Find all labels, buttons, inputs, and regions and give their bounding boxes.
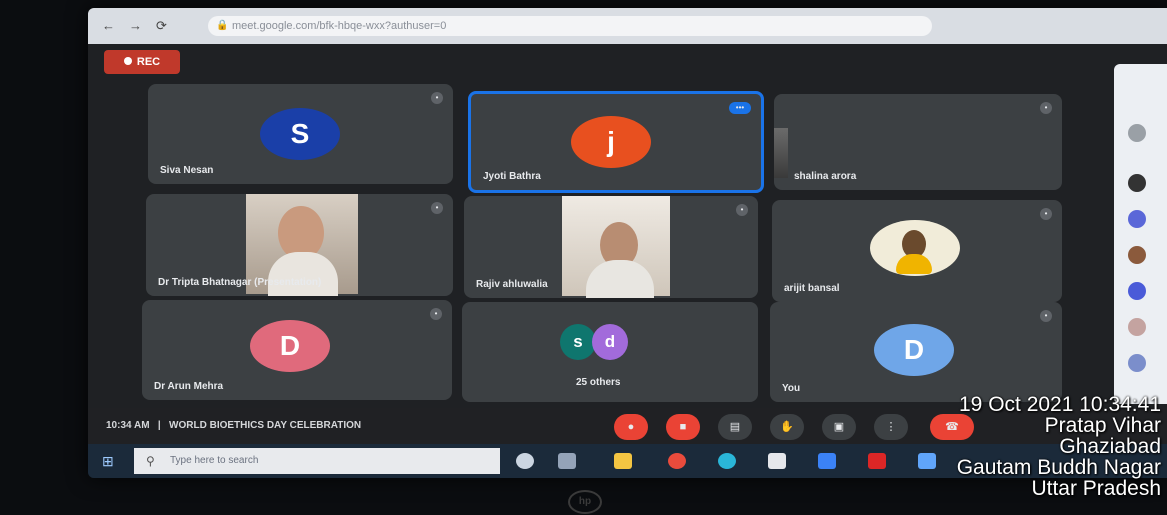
task-view-icon[interactable] <box>558 453 576 469</box>
cortana-icon[interactable] <box>516 453 534 469</box>
lock-icon: 🔒 <box>216 20 229 31</box>
video-feed <box>774 128 788 178</box>
participant-tile-shalina[interactable]: • shalina arora <box>774 94 1062 190</box>
mic-toggle-button[interactable]: ● <box>614 414 648 440</box>
edge-icon[interactable] <box>718 453 736 469</box>
search-icon: ⚲ <box>146 454 155 468</box>
participant-tile-tripta[interactable]: • Dr Tripta Bhatnagar (Presentation) <box>146 194 453 296</box>
store-icon[interactable] <box>768 453 786 469</box>
mail-icon[interactable] <box>818 453 836 469</box>
participant-name: Siva Nesan <box>160 165 214 176</box>
stamp-district: Gautam Buddh Nagar <box>956 456 1161 479</box>
mic-off-icon: • <box>431 202 443 214</box>
present-button[interactable]: ▣ <box>822 414 856 440</box>
clothing <box>896 254 932 274</box>
participant-name: Dr Tripta Bhatnagar (Presentation) <box>158 277 322 288</box>
windows-start-icon[interactable]: ⊞ <box>102 453 114 470</box>
participant-tile-arijit[interactable]: • arijit bansal <box>772 200 1062 302</box>
mic-off-icon: • <box>430 308 442 320</box>
mic-off-icon: • <box>1040 208 1052 220</box>
participant-tile-jyoti[interactable]: ••• j Jyoti Bathra <box>468 91 764 193</box>
meeting-time: 10:34 AM <box>106 420 150 431</box>
hp-logo: hp <box>568 490 602 514</box>
app-icon[interactable] <box>918 453 936 469</box>
photo-location-stamp: 19 Oct 2021 10:34:41 Pratap Vihar Ghazia… <box>957 394 1161 499</box>
mic-off-icon: • <box>1040 102 1052 114</box>
profile-photo <box>870 220 960 276</box>
participant-tile-siva[interactable]: • S Siva Nesan <box>148 84 453 184</box>
clothing <box>586 260 654 298</box>
participant-name: You <box>782 383 801 394</box>
mic-off-icon: • <box>736 204 748 216</box>
participant-dot <box>1128 210 1146 228</box>
recording-badge: REC <box>104 50 180 74</box>
avatar: j <box>571 116 651 168</box>
participant-name: Jyoti Bathra <box>483 171 541 182</box>
avatar: d <box>592 324 628 360</box>
stamp-datetime: 19 Oct 2021 10:34:41 <box>959 393 1161 416</box>
stamp-state: Uttar Pradesh <box>1031 477 1161 500</box>
participant-dot <box>1128 174 1146 192</box>
search-placeholder: Type here to search <box>170 455 259 466</box>
camera-toggle-button[interactable]: ■ <box>666 414 700 440</box>
mic-off-icon: • <box>431 92 443 104</box>
participant-tile-self[interactable]: • D You <box>770 302 1062 402</box>
avatar: D <box>250 320 330 372</box>
meeting-title: WORLD BIOETHICS DAY CELEBRATION <box>169 420 362 431</box>
participant-name: Dr Arun Mehra <box>154 381 224 392</box>
participant-dot <box>1128 246 1146 264</box>
video-feed <box>562 196 670 298</box>
speaking-icon: ••• <box>729 102 751 114</box>
participant-name: shalina arora <box>794 171 857 182</box>
raise-hand-button[interactable]: ✋ <box>770 414 804 440</box>
recording-label: REC <box>136 56 161 68</box>
clothing <box>268 252 338 296</box>
participant-tile-rajiv[interactable]: • Rajiv ahluwalia <box>464 196 758 298</box>
chrome-icon[interactable] <box>668 453 686 469</box>
captions-button[interactable]: ▤ <box>718 414 752 440</box>
stamp-city: Ghaziabad <box>1059 435 1161 458</box>
url-text: meet.google.com/bfk-hbqe-wxx?authuser=0 <box>232 20 447 32</box>
browser-toolbar: ←→⟳ 🔒 meet.google.com/bfk-hbqe-wxx?authu… <box>88 8 1167 44</box>
avatar: D <box>874 324 954 376</box>
mic-off-icon: • <box>1040 310 1052 322</box>
avatar: s <box>560 324 596 360</box>
participant-dot <box>1128 318 1146 336</box>
more-options-button[interactable]: ⋮ <box>874 414 908 440</box>
meeting-info: 10:34 AM | WORLD BIOETHICS DAY CELEBRATI… <box>106 420 361 431</box>
others-count: 25 others <box>576 377 621 388</box>
info-separator: | <box>157 420 161 431</box>
participant-dot <box>1128 354 1146 372</box>
participant-dot <box>1128 124 1146 142</box>
browser-nav-icons[interactable]: ←→⟳ <box>102 18 181 34</box>
avatar: S <box>260 108 340 160</box>
people-panel[interactable] <box>1114 64 1167 404</box>
address-bar[interactable]: 🔒 meet.google.com/bfk-hbqe-wxx?authuser=… <box>208 16 932 36</box>
participant-tile-others[interactable]: s d 25 others <box>462 302 758 402</box>
participant-name: Rajiv ahluwalia <box>476 279 548 290</box>
app-icon[interactable] <box>868 453 886 469</box>
participant-name: arijit bansal <box>784 283 840 294</box>
taskbar-search-input[interactable]: ⚲ Type here to search <box>134 448 500 474</box>
participant-tile-arun[interactable]: • D Dr Arun Mehra <box>142 300 452 400</box>
file-explorer-icon[interactable] <box>614 453 632 469</box>
stamp-locality: Pratap Vihar <box>1044 414 1161 437</box>
participant-dot <box>1128 282 1146 300</box>
record-dot-icon <box>123 57 132 65</box>
